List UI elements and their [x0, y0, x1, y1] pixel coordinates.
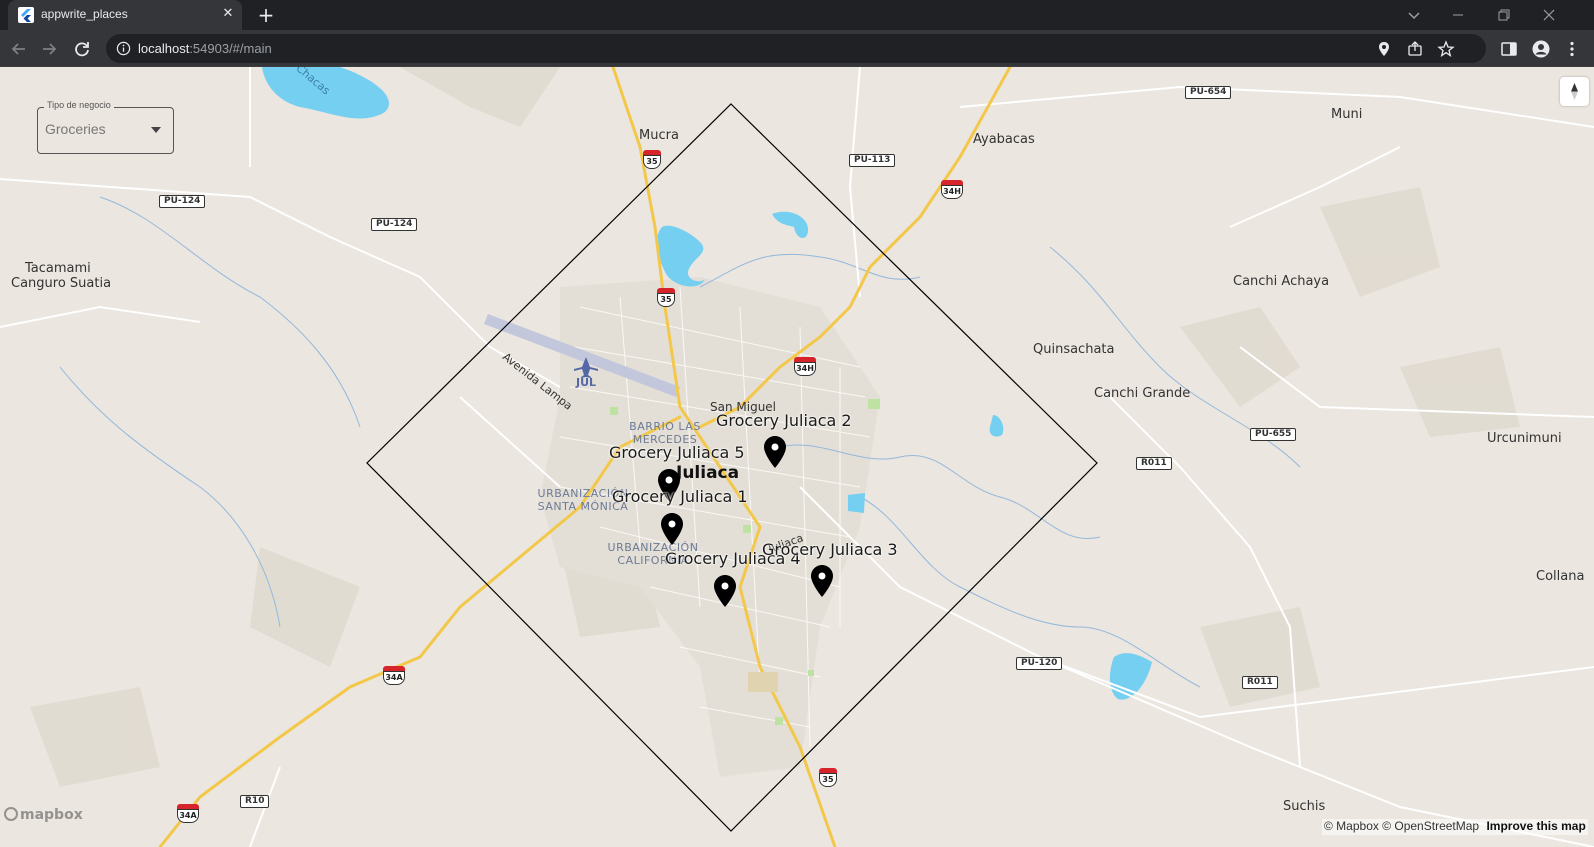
road-shield: PU-655 — [1250, 428, 1297, 441]
back-icon[interactable] — [8, 38, 30, 60]
map-marker-icon[interactable] — [764, 436, 786, 468]
place-canchi-grande: Canchi Grande — [1094, 386, 1191, 401]
map-marker-icon[interactable] — [811, 565, 833, 597]
national-road-shield: 35 — [657, 288, 675, 308]
national-road-shield: 35 — [643, 150, 661, 170]
marker-label-grocery-2: Grocery Juliaca 2 — [716, 411, 852, 430]
dropdown-arrow-icon — [151, 127, 161, 133]
marker-label-grocery-5: Grocery Juliaca 5 — [609, 443, 745, 462]
place-suchis: Suchis — [1283, 799, 1326, 814]
close-tab-icon[interactable]: ✕ — [220, 6, 236, 22]
map-marker-icon[interactable] — [661, 513, 683, 545]
improve-map-link[interactable]: Improve this map — [1486, 819, 1585, 833]
marker-label-grocery-3: Grocery Juliaca 3 — [762, 540, 898, 559]
map-base-layer — [0, 67, 1594, 847]
road-shield: PU-124 — [159, 195, 206, 208]
road-shield: R10 — [240, 795, 270, 808]
compass-icon — [1571, 83, 1578, 100]
national-road-shield: 34A — [177, 804, 199, 824]
place-collana: Collana — [1536, 569, 1585, 584]
profile-avatar-icon[interactable] — [1532, 40, 1550, 58]
menu-kebab-icon[interactable] — [1563, 40, 1581, 58]
place-canchi-achaya: Canchi Achaya — [1233, 274, 1330, 289]
minimize-icon[interactable] — [1447, 4, 1469, 26]
map-marker-icon[interactable] — [714, 575, 736, 607]
road-shield: R011 — [1136, 457, 1172, 470]
share-icon[interactable] — [1406, 40, 1424, 58]
browser-tab[interactable]: appwrite_places ✕ — [8, 0, 242, 30]
reload-icon[interactable] — [71, 38, 93, 60]
business-type-dropdown[interactable]: Tipo de negocio Groceries — [37, 100, 174, 154]
map-attribution: © Mapbox © OpenStreetMap Improve this ma… — [1322, 819, 1588, 835]
place-tacamami: Tacamami — [25, 261, 91, 276]
road-shield: PU-113 — [849, 154, 896, 167]
national-road-shield: 34H — [941, 180, 963, 200]
national-road-shield: 34H — [794, 357, 816, 377]
browser-toolbar: localhost:54903/#/main — [0, 30, 1594, 67]
forward-icon[interactable] — [38, 38, 60, 60]
browser-tab-bar: appwrite_places ✕ + — [0, 0, 1594, 30]
national-road-shield: 35 — [819, 768, 837, 788]
map-canvas[interactable]: Mucra Ayabacas Muni Tacamami Canguro Sua… — [0, 67, 1594, 847]
info-icon[interactable] — [116, 41, 131, 56]
location-icon[interactable] — [1375, 40, 1393, 58]
place-mucra: Mucra — [639, 128, 679, 143]
place-quinsachata: Quinsachata — [1033, 342, 1115, 357]
restore-icon[interactable] — [1493, 4, 1515, 26]
flutter-icon — [18, 7, 34, 23]
compass-button[interactable] — [1560, 77, 1589, 106]
tab-title: appwrite_places — [41, 7, 128, 21]
place-ayabacas: Ayabacas — [973, 132, 1035, 147]
place-urcunimuni: Urcunimuni — [1487, 431, 1562, 446]
road-shield: PU-124 — [371, 218, 418, 231]
national-road-shield: 34A — [383, 666, 405, 686]
road-shield: PU-654 — [1185, 86, 1232, 99]
url-text: localhost:54903/#/main — [138, 41, 272, 56]
bookmark-star-icon[interactable] — [1437, 40, 1455, 58]
road-shield: PU-120 — [1016, 657, 1063, 670]
place-canguro-suatia: Canguro Suatia — [11, 276, 112, 291]
close-window-icon[interactable] — [1538, 4, 1560, 26]
mapbox-logo[interactable]: mapbox — [4, 807, 83, 823]
place-juliaca: Juliaca — [676, 463, 740, 483]
road-shield: R011 — [1242, 676, 1278, 689]
side-panel-icon[interactable] — [1500, 40, 1518, 58]
new-tab-button[interactable]: + — [256, 5, 276, 25]
address-bar[interactable]: localhost:54903/#/main — [106, 34, 1486, 63]
marker-label-grocery-1: Grocery Juliaca 1 — [612, 487, 748, 506]
dropdown-value: Groceries — [45, 121, 106, 137]
tab-search-icon[interactable] — [1403, 4, 1425, 26]
attribution-text[interactable]: © Mapbox © OpenStreetMap — [1324, 819, 1479, 833]
dropdown-label: Tipo de negocio — [44, 100, 114, 110]
airport-code: JUL — [576, 376, 597, 389]
place-muni: Muni — [1331, 107, 1363, 122]
